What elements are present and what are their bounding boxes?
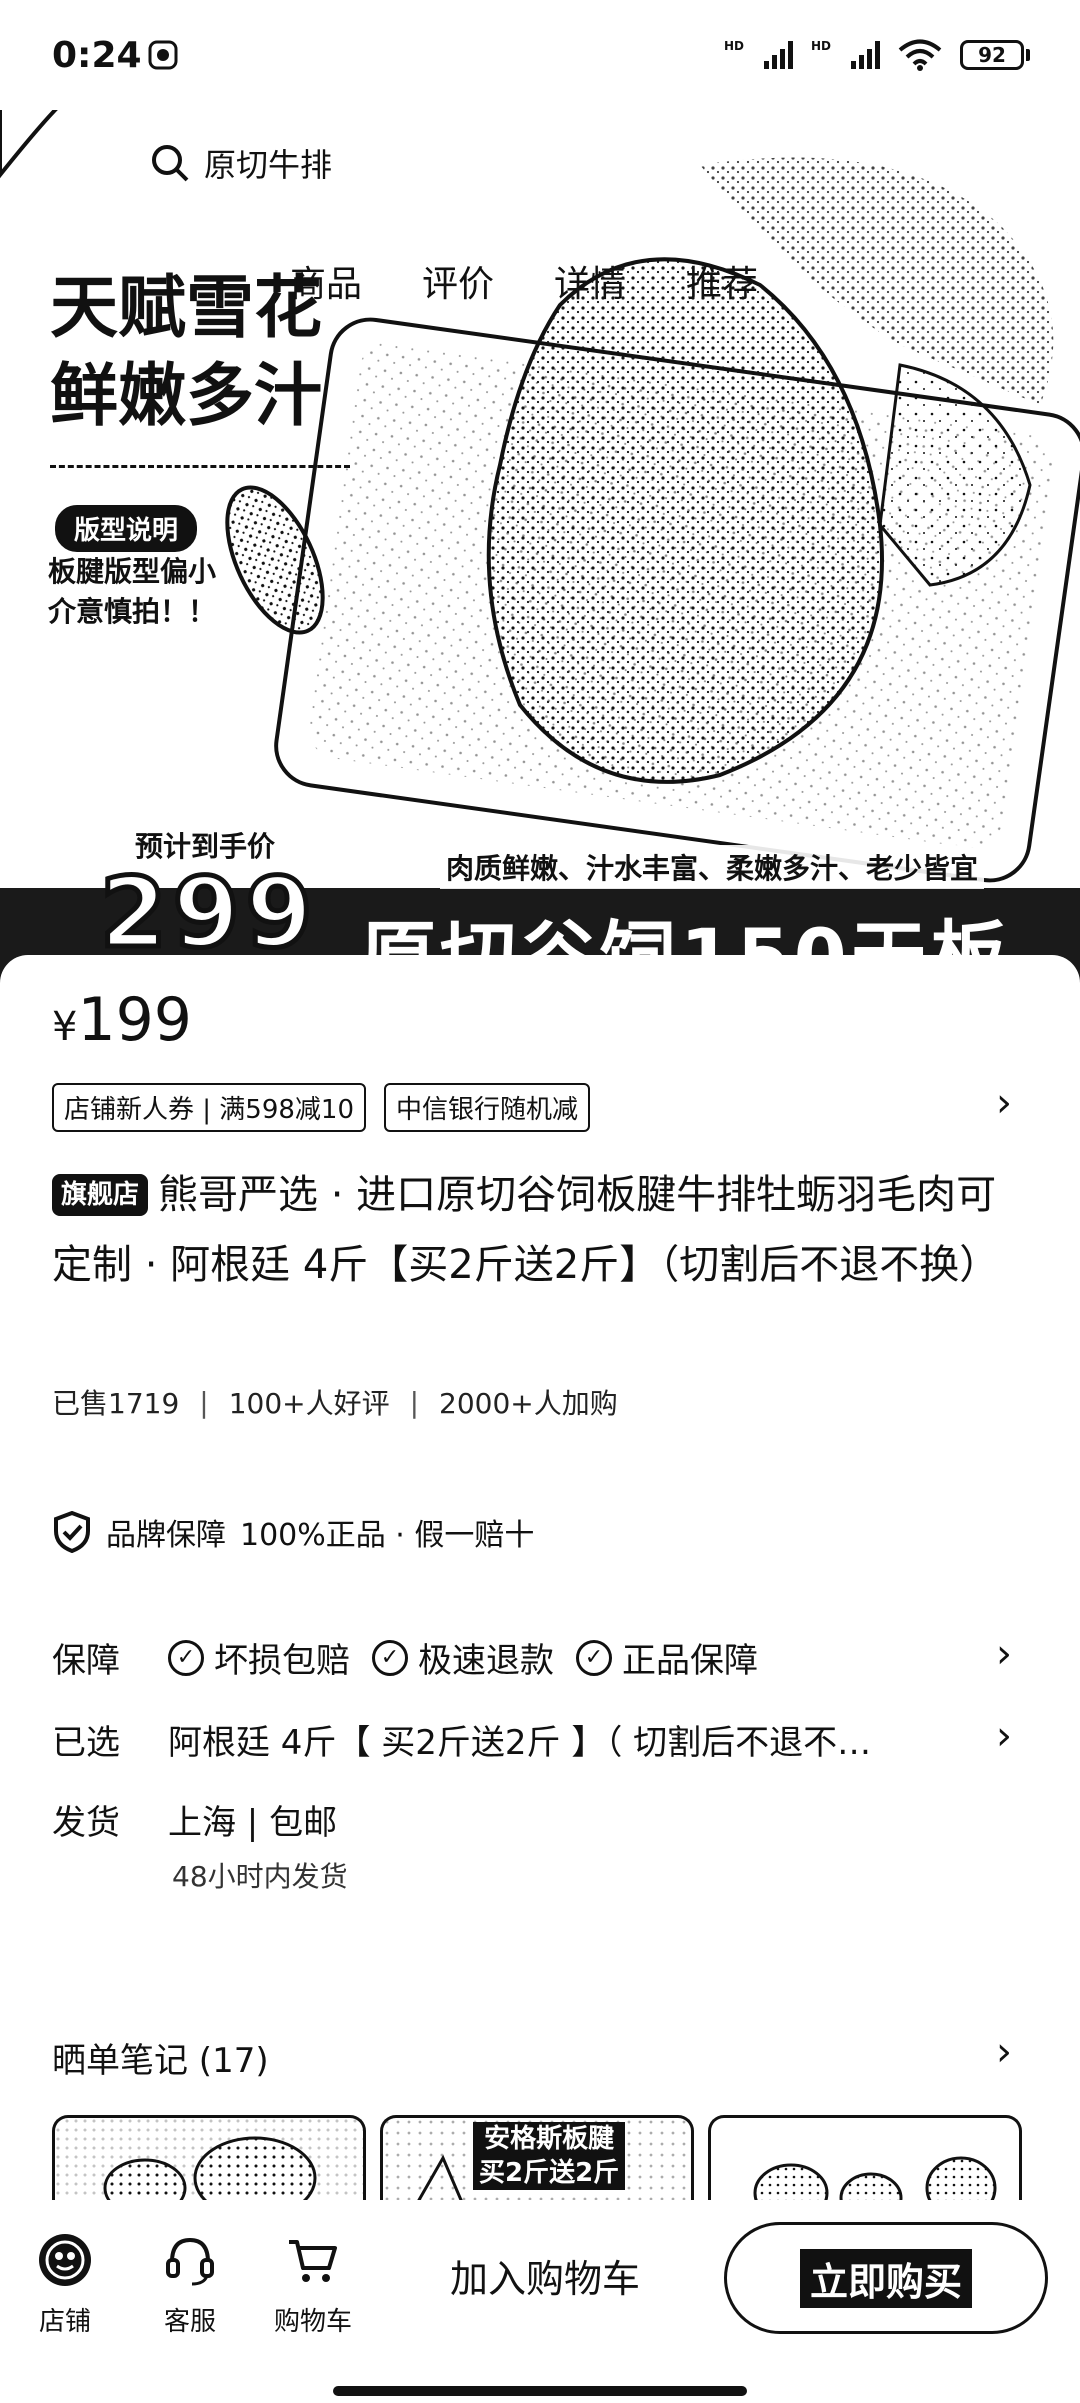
- size-note-badge: 版型说明: [55, 505, 198, 552]
- shield-check-icon: [54, 1511, 90, 1553]
- home-indicator[interactable]: [333, 2386, 747, 2396]
- price: ¥199: [52, 985, 192, 1055]
- nav-cart[interactable]: 购物车: [268, 2232, 358, 2338]
- shipping-row: 发货 上海 | 包邮: [52, 1795, 1032, 1844]
- feature-text: 肉质鲜嫩、汁水丰富、柔嫩多汁、老少皆宜: [440, 845, 985, 889]
- selected-option-value: 阿根廷 4斤【 买2斤送2斤 】（ 切割后不退不…: [168, 1723, 872, 1763]
- nav-shop[interactable]: 店铺: [20, 2232, 110, 2338]
- search-icon: [152, 145, 189, 182]
- signal-icon-2: [851, 41, 880, 69]
- coupon-chevron-icon[interactable]: ›: [996, 1080, 1012, 1126]
- search-text: 原切牛排: [204, 146, 333, 184]
- check-circle-icon: ✓: [372, 1639, 408, 1676]
- flagship-badge: 旗舰店: [52, 1174, 149, 1216]
- add-to-cart-button[interactable]: 加入购物车: [395, 2220, 695, 2330]
- check-circle-icon: ✓: [576, 1639, 612, 1676]
- guarantee-chevron-icon[interactable]: ›: [996, 1631, 1012, 1677]
- hero-divider: [50, 465, 350, 468]
- status-icons: HD HD 92: [724, 39, 1030, 71]
- tab-product[interactable]: 商品: [290, 255, 362, 307]
- guarantee-item-damage: ✓ 坏损包赔: [168, 1633, 350, 1682]
- product-title: 旗舰店 熊哥严选 · 进口原切谷饲板腱牛排牡蛎羽毛肉可定制 · 阿根廷 4斤【买2…: [52, 1172, 1000, 1288]
- guarantee-row[interactable]: 保障 ✓ 坏损包赔 ✓ 极速退款 ✓ 正品保障: [52, 1633, 1032, 1682]
- review-notes-title[interactable]: 晒单笔记 (17): [52, 2033, 269, 2082]
- wifi-icon: [898, 39, 942, 71]
- battery-icon: 92: [960, 40, 1030, 70]
- sales-stats: 已售1719 | 100+人好评 | 2000+人加购: [52, 1385, 618, 1421]
- note-thumbnail-caption: 安格斯板腱 买2斤送2斤: [473, 2122, 626, 2190]
- buy-now-button[interactable]: 立即购买: [724, 2222, 1048, 2334]
- coupon-list[interactable]: 店铺新人券 | 满598减10 中信银行随机减: [52, 1083, 591, 1132]
- guarantee-item-authentic: ✓ 正品保障: [576, 1633, 758, 1682]
- hd-label: HD: [723, 39, 744, 53]
- cart-icon: [289, 2240, 337, 2282]
- estimated-price-value: 299: [97, 855, 319, 972]
- headset-icon: [166, 2237, 214, 2286]
- notes-chevron-icon[interactable]: ›: [996, 2029, 1012, 2075]
- shipping-time: 48小时内发货: [172, 1860, 348, 1893]
- nav-service[interactable]: 客服: [145, 2232, 235, 2338]
- product-info-card: ¥199 店铺新人券 | 满598减10 中信银行随机减 › 旗舰店 熊哥严选 ·…: [0, 955, 1080, 2225]
- status-bar: 0:24 HD HD 92: [0, 0, 1080, 110]
- coupon-shop-new[interactable]: 店铺新人券 | 满598减10: [52, 1083, 366, 1132]
- tab-reviews[interactable]: 评价: [422, 255, 494, 307]
- product-hero-image[interactable]: 原切牛排 商品 评价 详情 推荐 天赋雪花 鲜嫩多汁 版型说明 板腱版型偏小 介…: [0, 105, 1080, 1005]
- brand-guarantee: 品牌保障 100%正品 · 假一赔十: [52, 1510, 534, 1554]
- bottom-action-bar: 店铺 客服 购物车 加入购物车 立即购买: [0, 2200, 1080, 2403]
- guarantee-item-refund: ✓ 极速退款: [372, 1633, 554, 1682]
- hd-label-2: HD: [810, 39, 831, 53]
- shipping-value: 上海 | 包邮: [168, 1803, 338, 1843]
- tab-details[interactable]: 详情: [554, 255, 626, 307]
- signal-icon: [763, 41, 793, 69]
- status-time: 0:24: [52, 35, 178, 76]
- shop-logo-icon: [39, 2234, 91, 2286]
- hero-slogan: 天赋雪花 鲜嫩多汁: [50, 269, 323, 436]
- section-tabs: 商品 评价 详情 推荐: [290, 255, 758, 307]
- search-bar[interactable]: 原切牛排: [150, 140, 332, 186]
- size-note: 板腱版型偏小 介意慎拍！！: [48, 555, 217, 628]
- selected-chevron-icon[interactable]: ›: [996, 1713, 1012, 1759]
- selected-option-row[interactable]: 已选 阿根廷 4斤【 买2斤送2斤 】（ 切割后不退不…: [52, 1715, 1032, 1764]
- app-notification-icon: [148, 40, 178, 70]
- coupon-bank[interactable]: 中信银行随机减: [384, 1083, 591, 1132]
- check-circle-icon: ✓: [168, 1639, 204, 1676]
- tab-recommend[interactable]: 推荐: [686, 255, 758, 307]
